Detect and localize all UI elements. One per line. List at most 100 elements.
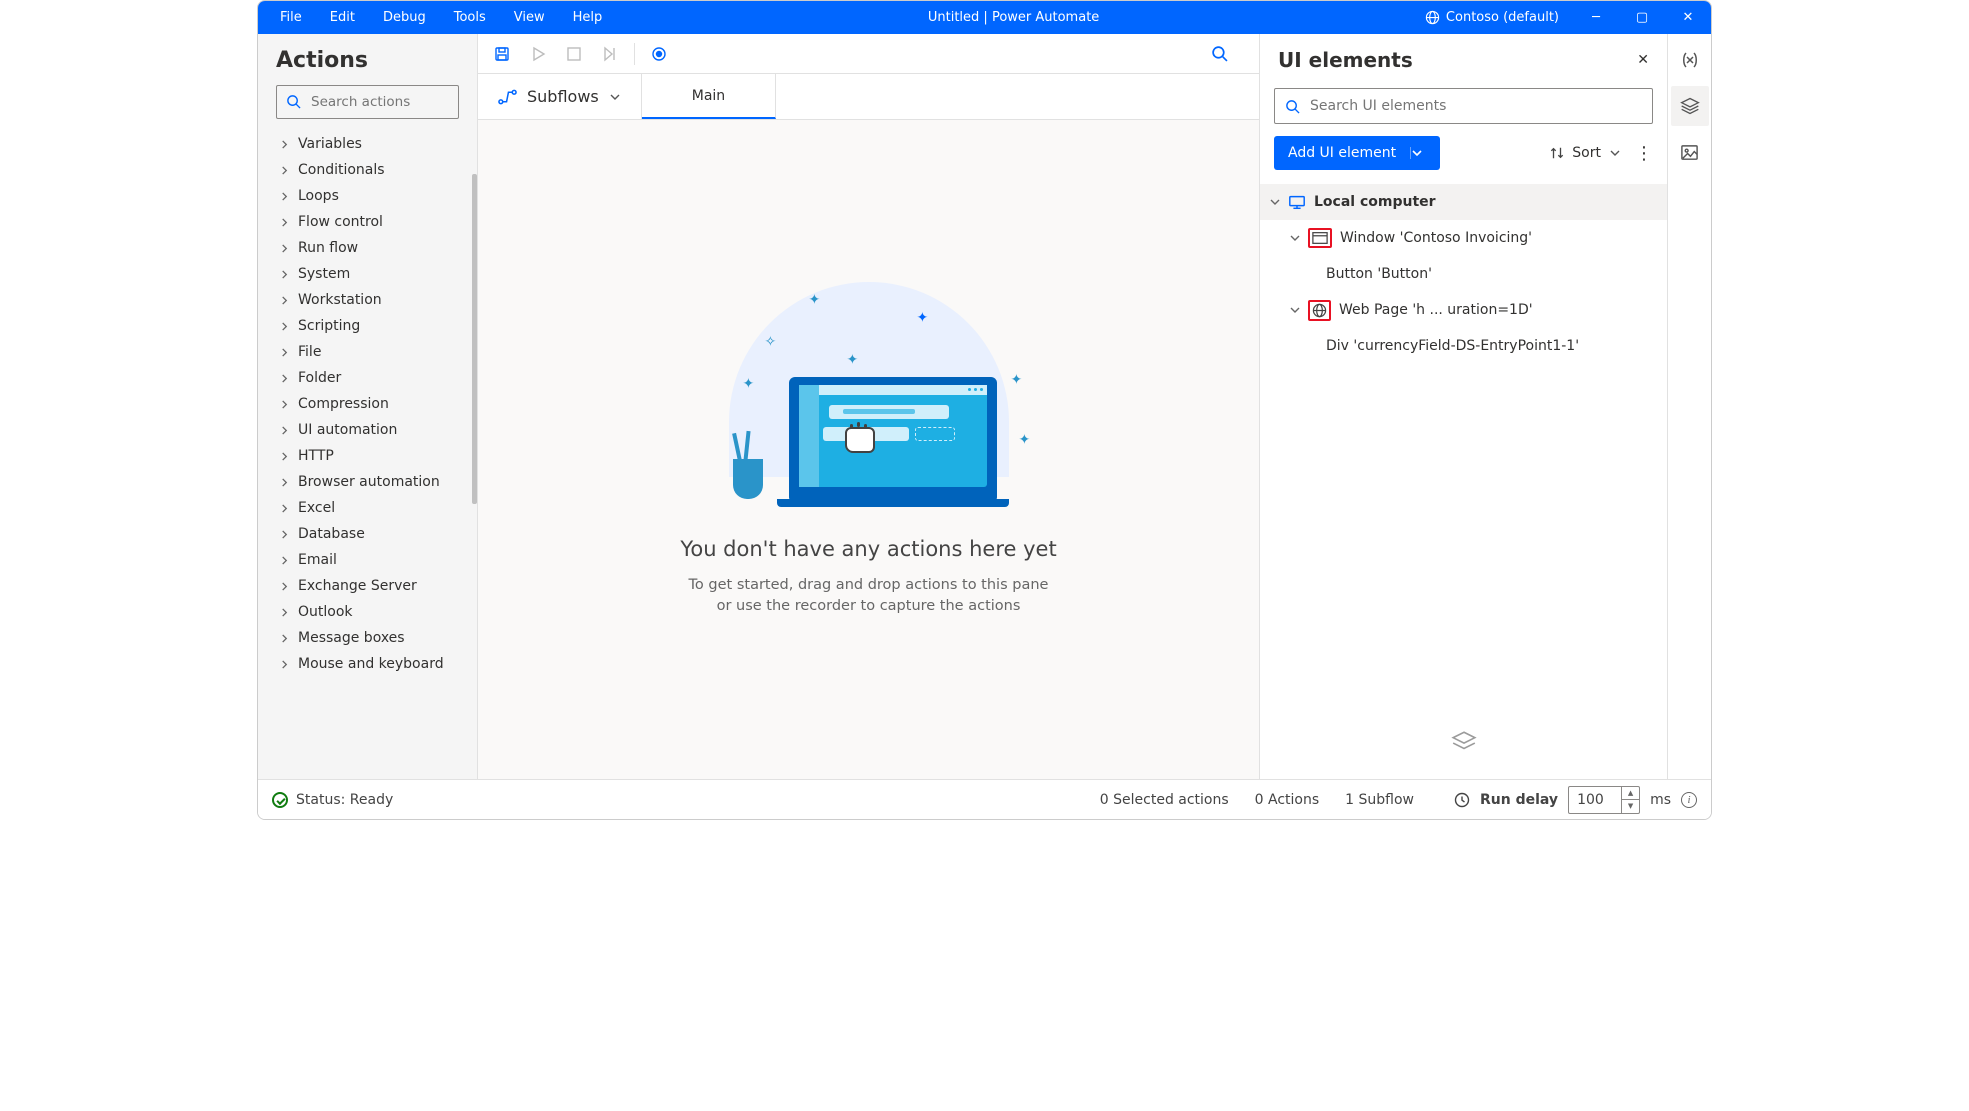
close-button[interactable]: ✕ <box>1665 1 1711 34</box>
actions-category[interactable]: Loops <box>262 183 477 209</box>
menu-file[interactable]: File <box>266 4 316 31</box>
designer-toolbar <box>478 34 1259 74</box>
run-delay-input[interactable]: 100 ▲ ▼ <box>1568 786 1640 814</box>
menu-help[interactable]: Help <box>559 4 617 31</box>
tree-item-webpage[interactable]: Web Page 'h ... uration=1D' <box>1260 292 1667 328</box>
actions-category[interactable]: UI automation <box>262 417 477 443</box>
info-icon[interactable]: i <box>1681 792 1697 808</box>
chevron-down-icon <box>1609 147 1621 159</box>
status-subflow-count: 1 Subflow <box>1345 792 1414 808</box>
actions-category-label: Flow control <box>298 214 383 230</box>
window-title: Untitled | Power Automate <box>616 10 1411 25</box>
actions-category[interactable]: Variables <box>262 131 477 157</box>
tree-root-local-computer[interactable]: Local computer <box>1260 184 1667 220</box>
tab-main[interactable]: Main <box>642 74 776 119</box>
tree-item-div[interactable]: Div 'currencyField-DS-EntryPoint1-1' <box>1260 328 1667 364</box>
chevron-right-icon <box>280 270 292 279</box>
chevron-right-icon <box>280 504 292 513</box>
main-area: Subflows Main ✦✦✧ ✦✦✦✦ <box>478 34 1259 779</box>
actions-category-label: File <box>298 344 321 360</box>
menu-tools[interactable]: Tools <box>440 4 500 31</box>
menu-edit[interactable]: Edit <box>316 4 369 31</box>
actions-category[interactable]: System <box>262 261 477 287</box>
save-button[interactable] <box>486 38 518 70</box>
tree-item-label: Button 'Button' <box>1326 266 1432 282</box>
actions-category-label: Database <box>298 526 365 542</box>
status-ok-icon <box>272 792 288 808</box>
actions-search[interactable] <box>276 85 459 119</box>
chevron-right-icon <box>280 244 292 253</box>
spinner-up[interactable]: ▲ <box>1622 787 1639 801</box>
actions-category[interactable]: Flow control <box>262 209 477 235</box>
more-button[interactable]: ⋮ <box>1635 143 1653 164</box>
step-button[interactable] <box>594 38 626 70</box>
actions-category[interactable]: Email <box>262 547 477 573</box>
toolbar-separator <box>634 43 635 65</box>
chevron-right-icon <box>280 296 292 305</box>
actions-category-label: Browser automation <box>298 474 440 490</box>
chevron-right-icon <box>280 322 292 331</box>
subflows-dropdown[interactable]: Subflows <box>478 74 642 119</box>
scrollbar[interactable] <box>472 174 477 504</box>
actions-category[interactable]: HTTP <box>262 443 477 469</box>
tree-item-window-contoso[interactable]: Window 'Contoso Invoicing' <box>1260 220 1667 256</box>
actions-category-label: Scripting <box>298 318 360 334</box>
designer-canvas[interactable]: ✦✦✧ ✦✦✦✦ You don' <box>478 120 1259 779</box>
record-button[interactable] <box>643 38 675 70</box>
chevron-right-icon <box>280 400 292 409</box>
actions-category[interactable]: Browser automation <box>262 469 477 495</box>
empty-title: You don't have any actions here yet <box>680 537 1056 561</box>
minimize-button[interactable]: ─ <box>1573 1 1619 34</box>
ui-elements-search-input[interactable] <box>1310 98 1652 114</box>
actions-category[interactable]: Mouse and keyboard <box>262 651 477 677</box>
flow-search-button[interactable] <box>1211 45 1251 62</box>
actions-category-label: Loops <box>298 188 339 204</box>
maximize-button[interactable]: ▢ <box>1619 1 1665 34</box>
tree-item-button[interactable]: Button 'Button' <box>1260 256 1667 292</box>
chevron-down-icon <box>1290 305 1306 315</box>
tenant-selector[interactable]: Contoso (default) <box>1411 10 1573 25</box>
stop-button[interactable] <box>558 38 590 70</box>
chevron-right-icon <box>280 192 292 201</box>
tree-root-label: Local computer <box>1314 194 1436 210</box>
actions-category[interactable]: Conditionals <box>262 157 477 183</box>
status-bar: Status: Ready 0 Selected actions 0 Actio… <box>258 779 1711 819</box>
sort-dropdown[interactable]: Sort <box>1550 145 1621 161</box>
actions-category[interactable]: Exchange Server <box>262 573 477 599</box>
sort-label: Sort <box>1572 145 1601 161</box>
run-delay-value: 100 <box>1577 792 1604 808</box>
actions-search-input[interactable] <box>276 85 459 119</box>
main-menu: File Edit Debug Tools View Help <box>266 4 616 31</box>
run-delay-unit: ms <box>1650 792 1671 808</box>
rail-variables[interactable] <box>1671 40 1709 80</box>
actions-category[interactable]: Outlook <box>262 599 477 625</box>
chevron-right-icon <box>280 582 292 591</box>
actions-category[interactable]: Scripting <box>262 313 477 339</box>
chevron-down-icon[interactable] <box>1410 147 1440 159</box>
actions-category[interactable]: Message boxes <box>262 625 477 651</box>
actions-category[interactable]: Run flow <box>262 235 477 261</box>
subflow-tabs: Subflows Main <box>478 74 1259 120</box>
actions-category[interactable]: Folder <box>262 365 477 391</box>
search-icon <box>286 94 301 109</box>
layers-icon[interactable] <box>1260 719 1667 779</box>
menu-view[interactable]: View <box>500 4 559 31</box>
add-ui-element-button[interactable]: Add UI element <box>1274 136 1440 170</box>
actions-category-label: System <box>298 266 350 282</box>
actions-category[interactable]: Compression <box>262 391 477 417</box>
add-ui-element-label: Add UI element <box>1274 145 1410 161</box>
actions-category[interactable]: Database <box>262 521 477 547</box>
close-panel-button[interactable]: ✕ <box>1637 52 1649 68</box>
chevron-down-icon <box>1270 197 1286 207</box>
globe-icon <box>1308 300 1331 321</box>
ui-elements-search[interactable] <box>1274 88 1653 124</box>
actions-category[interactable]: Excel <box>262 495 477 521</box>
spinner-down[interactable]: ▼ <box>1622 800 1639 813</box>
rail-images[interactable] <box>1671 132 1709 172</box>
menu-debug[interactable]: Debug <box>369 4 440 31</box>
rail-ui-elements[interactable] <box>1671 86 1709 126</box>
run-button[interactable] <box>522 38 554 70</box>
actions-category[interactable]: File <box>262 339 477 365</box>
actions-category-label: Outlook <box>298 604 353 620</box>
actions-category[interactable]: Workstation <box>262 287 477 313</box>
